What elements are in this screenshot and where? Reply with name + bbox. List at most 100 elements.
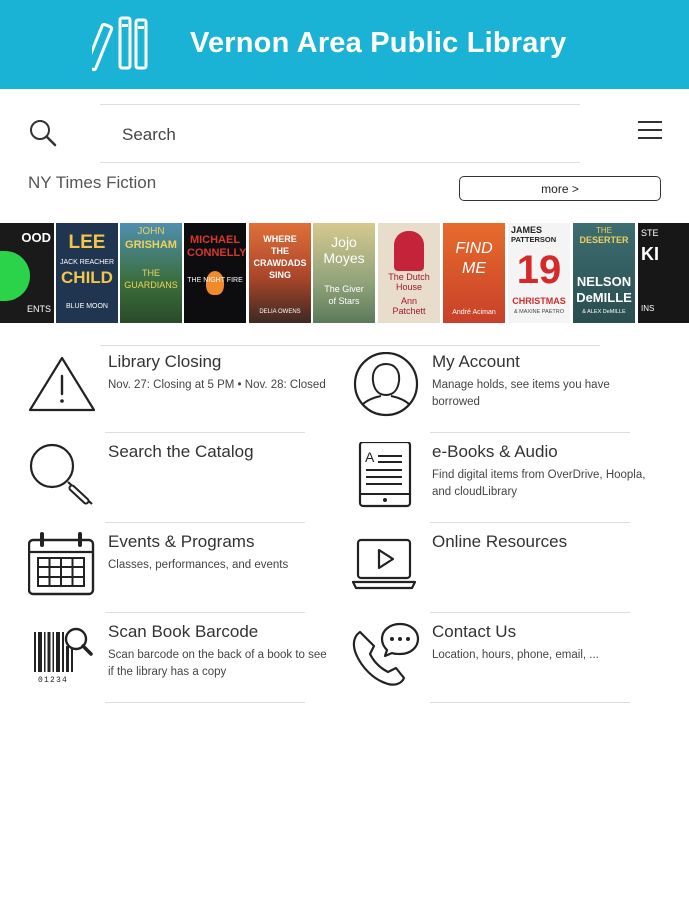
book-cover-text: NELSON <box>576 274 632 289</box>
app-header: Vernon Area Public Library <box>0 0 689 89</box>
divider <box>105 522 305 523</box>
book-cover-text: & MAXINE PAETRO <box>513 309 565 315</box>
divider <box>100 345 600 346</box>
book-cover-text: JACK REACHER <box>59 259 115 266</box>
tile-ebooks-audio[interactable]: A e-Books & Audio Find digital items fro… <box>352 442 662 512</box>
tile-title: My Account <box>432 352 520 371</box>
tile-search-catalog[interactable]: Search the Catalog <box>28 442 328 512</box>
book-cover-text: BLUE MOON <box>65 303 108 310</box>
book-cover-text: GUARDIANS <box>124 280 178 290</box>
barcode-digits: 01234 <box>38 676 68 685</box>
book-cover-text: 19 <box>516 248 562 292</box>
search-bar[interactable]: Search <box>0 104 689 164</box>
divider <box>430 702 630 703</box>
phone-chat-icon <box>352 622 420 686</box>
book-cover-text: Jojo <box>331 234 357 250</box>
tile-my-account[interactable]: My Account Manage holds, see items you h… <box>352 352 662 422</box>
book-carousel[interactable]: OOD ENTS LEE JACK REACHER CHILD BLUE MOO… <box>0 223 689 324</box>
barcode-icon: 01234 <box>34 627 93 685</box>
tile-description: Manage holds, see items you have borrowe… <box>432 379 610 408</box>
warning-icon <box>28 356 96 412</box>
divider <box>430 522 630 523</box>
tile-description: Location, hours, phone, email, ... <box>432 649 599 661</box>
book-cover[interactable]: MICHAEL CONNELLY THE NIGHT FIRE <box>184 223 246 323</box>
book-cover-text: SING <box>268 270 291 280</box>
book-cover-text: INS <box>641 304 655 313</box>
tile-title: Library Closing <box>108 352 222 371</box>
ebook-icon: A <box>358 442 412 508</box>
tile-description: Nov. 27: Closing at 5 PM • Nov. 28: Clos… <box>108 379 326 391</box>
book-cover-text: ENTS <box>26 304 51 314</box>
book-cover-text: OOD <box>21 230 51 245</box>
tile-description: Find digital items from OverDrive, Hoopl… <box>432 469 646 498</box>
book-cover-text: DESERTER <box>579 235 629 245</box>
book-cover-art <box>0 251 30 301</box>
book-cover[interactable]: WHERE THE CRAWDADS SING DELIA OWENS <box>249 223 311 323</box>
book-cover-text: THE NIGHT FIRE <box>187 277 243 284</box>
book-cover-art <box>394 231 424 271</box>
book-cover[interactable]: THE DESERTER NELSON DeMILLE & ALEX DeMIL… <box>573 223 635 323</box>
tile-title: Search the Catalog <box>108 442 254 461</box>
tile-title: Contact Us <box>432 622 517 641</box>
book-cover[interactable]: JOHN GRISHAM THE GUARDIANS <box>120 223 182 323</box>
book-cover-text: André Aciman <box>452 309 496 316</box>
more-button[interactable]: more > <box>459 176 661 201</box>
app-title: Vernon Area Public Library <box>190 27 567 59</box>
book-cover-text: LEE <box>68 232 106 253</box>
book-cover-text: KI <box>641 244 659 264</box>
book-cover-text: THE <box>271 246 289 256</box>
book-cover-text: CHILD <box>61 268 113 287</box>
tile-events-programs[interactable]: Events & Programs Classes, performances,… <box>28 532 328 602</box>
tile-title: Scan Book Barcode <box>108 622 259 641</box>
book-cover-text: of Stars <box>328 296 360 306</box>
book-cover-text: MICHAEL <box>189 234 241 246</box>
book-cover-text: STE <box>641 228 659 238</box>
book-cover[interactable]: JAMES PATTERSON 19 CHRISTMAS & MAXINE PA… <box>508 223 570 323</box>
tile-title: Online Resources <box>432 532 568 551</box>
divider <box>100 104 580 105</box>
hamburger-menu-icon[interactable] <box>638 118 664 142</box>
tile-contact-us[interactable]: Contact Us Location, hours, phone, email… <box>352 622 662 692</box>
tile-title: Events & Programs <box>108 532 255 551</box>
laptop-play-icon <box>352 538 417 590</box>
book-cover[interactable]: FIND ME André Aciman <box>443 223 505 323</box>
book-cover-text: THE <box>142 268 160 278</box>
divider <box>430 612 630 613</box>
library-books-logo-icon <box>92 16 148 72</box>
tile-description: Scan barcode on the back of a book to se… <box>108 649 327 678</box>
book-cover-text: House <box>395 282 422 292</box>
calendar-icon <box>28 532 95 596</box>
book-cover-text: WHERE <box>263 234 297 244</box>
book-cover[interactable]: The Dutch House Ann Patchett <box>378 223 440 323</box>
book-cover-text: DELIA OWENS <box>259 309 301 315</box>
book-cover-text: Moyes <box>323 250 365 266</box>
book-cover[interactable]: STE KI INS <box>638 223 689 323</box>
tile-scan-barcode[interactable]: 01234 Scan Book Barcode Scan barcode on … <box>28 622 328 692</box>
section-title: NY Times Fiction <box>28 173 157 192</box>
search-icon[interactable] <box>28 118 58 148</box>
book-cover[interactable]: Jojo Moyes The Giver of Stars <box>313 223 375 323</box>
tile-description: Classes, performances, and events <box>108 559 289 571</box>
book-cover-text: Patchett <box>392 306 426 316</box>
book-cover[interactable]: OOD ENTS <box>0 223 54 323</box>
divider <box>105 702 305 703</box>
search-input[interactable]: Search <box>122 125 176 145</box>
book-cover-text: GRISHAM <box>125 239 177 251</box>
book-cover-text: FIND <box>455 240 493 257</box>
book-cover-text: DeMILLE <box>576 290 632 305</box>
book-cover[interactable]: LEE JACK REACHER CHILD BLUE MOON <box>56 223 118 323</box>
book-cover-text: CONNELLY <box>187 247 246 259</box>
book-cover-text: CHRISTMAS <box>512 296 566 306</box>
divider <box>100 162 580 163</box>
book-cover-text: The Giver <box>324 284 364 294</box>
book-cover-text: CRAWDADS <box>253 258 307 268</box>
tile-online-resources[interactable]: Online Resources <box>352 532 662 602</box>
book-cover-text: ME <box>462 260 486 277</box>
svg-text:A: A <box>365 449 375 465</box>
tile-title: e-Books & Audio <box>432 442 558 461</box>
divider <box>430 432 630 433</box>
divider <box>105 432 305 433</box>
book-cover-text: & ALEX DeMILLE <box>582 309 626 315</box>
tile-library-closing[interactable]: Library Closing Nov. 27: Closing at 5 PM… <box>28 352 328 422</box>
book-cover-text: JOHN <box>137 226 165 237</box>
